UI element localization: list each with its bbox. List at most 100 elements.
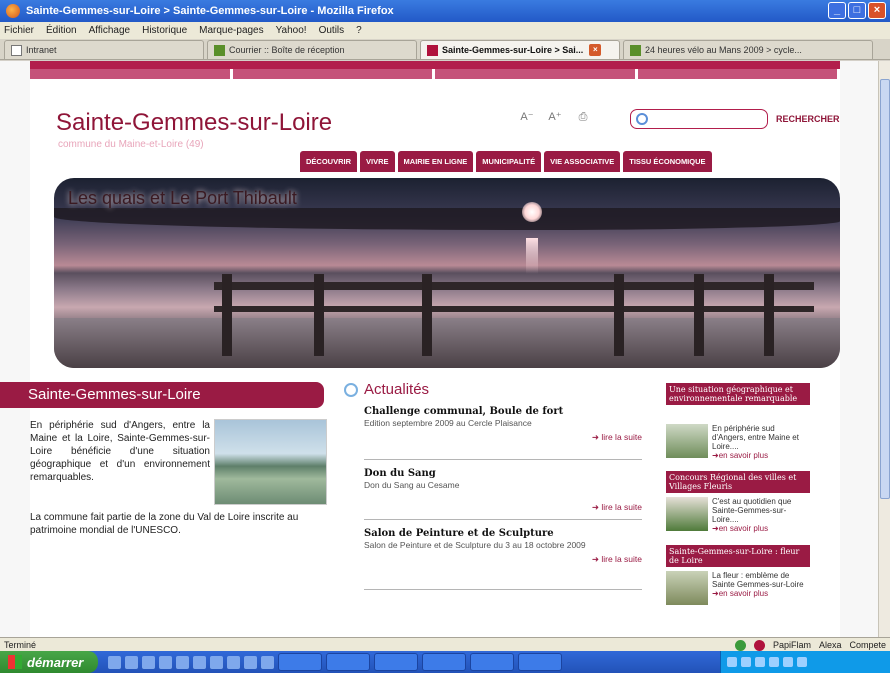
- hero-fence-post: [694, 274, 704, 356]
- site-title[interactable]: Sainte-Gemmes-sur-Loire: [56, 109, 332, 137]
- quick-launch: [108, 655, 274, 669]
- quicklaunch-icon[interactable]: [159, 655, 172, 669]
- taskbar-button[interactable]: [470, 653, 514, 671]
- hero-fence-post: [222, 274, 232, 356]
- start-button[interactable]: démarrer: [0, 651, 98, 673]
- nav-mairie-en-ligne[interactable]: MAIRIE EN LIGNE: [397, 151, 474, 172]
- tray-icon[interactable]: [783, 657, 793, 667]
- search-button[interactable]: RECHERCHER: [776, 114, 840, 124]
- menu-edit[interactable]: Édition: [46, 25, 77, 36]
- news-item[interactable]: Salon de Peinture et de Sculpture Salon …: [364, 528, 642, 590]
- nav-decouvrir[interactable]: DÉCOUVRIR: [300, 151, 358, 172]
- read-more-link[interactable]: ➜ lire la suite: [364, 554, 642, 565]
- site-favicon-icon: [427, 44, 438, 56]
- news-item-desc: Don du Sang au Cesame: [364, 480, 460, 490]
- windows-logo-icon: [8, 655, 22, 669]
- tab-label: Sainte-Gemmes-sur-Loire > Sai...: [442, 45, 584, 55]
- quicklaunch-icon[interactable]: [244, 655, 257, 669]
- minimize-button[interactable]: _: [828, 2, 846, 19]
- read-more-link[interactable]: ➜ lire la suite: [364, 432, 642, 443]
- menu-help[interactable]: ?: [356, 25, 362, 36]
- quicklaunch-icon[interactable]: [210, 655, 223, 669]
- window-titlebar: Sainte-Gemmes-sur-Loire > Sainte-Gemmes-…: [0, 0, 890, 22]
- page-viewport: Sainte-Gemmes-sur-Loire commune du Maine…: [0, 61, 878, 637]
- close-window-button[interactable]: ×: [868, 2, 886, 19]
- quicklaunch-icon[interactable]: [261, 655, 274, 669]
- system-tray: [720, 651, 890, 673]
- hero-treeline: [54, 208, 840, 230]
- tab-mail[interactable]: Courrier :: Boîte de réception: [207, 40, 417, 59]
- taskbar-button[interactable]: [374, 653, 418, 671]
- search-input[interactable]: [630, 109, 768, 129]
- status-alexa[interactable]: Alexa: [819, 640, 842, 650]
- print-icon[interactable]: ⎙: [574, 109, 592, 125]
- quicklaunch-icon[interactable]: [176, 655, 189, 669]
- menu-bar: Fichier Édition Affichage Historique Mar…: [0, 22, 890, 39]
- sidebar-block-heading[interactable]: Concours Régional des villes et Villages…: [666, 471, 810, 493]
- status-papiflam[interactable]: PapiFlam: [773, 640, 811, 650]
- taskbar-button[interactable]: [278, 653, 322, 671]
- news-item-title[interactable]: Salon de Peinture et de Sculpture: [364, 528, 642, 539]
- tab-label: Intranet: [26, 45, 57, 55]
- news-item-desc: Edition septembre 2009 au Cercle Plaisan…: [364, 418, 532, 428]
- close-tab-icon[interactable]: ×: [589, 44, 602, 56]
- intro-paragraph: En périphérie sud d'Angers, entre la Mai…: [30, 420, 210, 483]
- quicklaunch-icon[interactable]: [125, 655, 138, 669]
- tray-icon[interactable]: [741, 657, 751, 667]
- scrollbar-thumb[interactable]: [880, 79, 890, 499]
- menu-view[interactable]: Affichage: [89, 25, 131, 36]
- top-stripe: [30, 61, 840, 69]
- sidebar-block-text: En périphérie sud d'Angers, entre Maine …: [712, 424, 808, 460]
- news-item[interactable]: Challenge communal, Boule de fort Editio…: [364, 406, 642, 460]
- nav-tissu-economique[interactable]: TISSU ÉCONOMIQUE: [623, 151, 712, 172]
- learn-more-link[interactable]: ➜en savoir plus: [712, 589, 768, 598]
- tab-intranet[interactable]: Intranet: [4, 40, 204, 59]
- nav-municipalite[interactable]: MUNICIPALITÉ: [476, 151, 542, 172]
- vertical-scrollbar[interactable]: [878, 61, 890, 637]
- accessibility-tools: A⁻ A⁺ ⎙: [518, 109, 592, 125]
- menu-tools[interactable]: Outils: [319, 25, 345, 36]
- news-item-title[interactable]: Don du Sang: [364, 468, 642, 479]
- status-compete[interactable]: Compete: [849, 640, 886, 650]
- tab-sainte-gemmes[interactable]: Sainte-Gemmes-sur-Loire > Sai... ×: [420, 40, 620, 59]
- quicklaunch-icon[interactable]: [193, 655, 206, 669]
- top-stripe-segments: [30, 69, 840, 79]
- taskbar-button[interactable]: [422, 653, 466, 671]
- menu-history[interactable]: Historique: [142, 25, 187, 36]
- tab-24h-velo[interactable]: 24 heures vélo au Mans 2009 > cycle...: [623, 40, 873, 59]
- tab-label: Courrier :: Boîte de réception: [229, 45, 345, 55]
- read-more-link[interactable]: ➜ lire la suite: [364, 502, 642, 513]
- quicklaunch-icon[interactable]: [108, 655, 121, 669]
- maximize-button[interactable]: □: [848, 2, 866, 19]
- news-item[interactable]: Don du Sang Don du Sang au Cesame ➜ lire…: [364, 468, 642, 520]
- nav-vivre[interactable]: VIVRE: [360, 151, 395, 172]
- sidebar-thumb: [666, 571, 708, 605]
- learn-more-link[interactable]: ➜en savoir plus: [712, 524, 768, 533]
- news-item-title[interactable]: Challenge communal, Boule de fort: [364, 406, 642, 417]
- quicklaunch-icon[interactable]: [142, 655, 155, 669]
- tray-icon[interactable]: [755, 657, 765, 667]
- menu-bookmarks[interactable]: Marque-pages: [199, 25, 263, 36]
- text-size-increase-icon[interactable]: A⁺: [546, 109, 564, 125]
- learn-more-link[interactable]: ➜en savoir plus: [712, 451, 768, 460]
- menu-file[interactable]: Fichier: [4, 25, 34, 36]
- sidebar-block-heading[interactable]: Sainte-Gemmes-sur-Loire : fleur de Loire: [666, 545, 810, 567]
- taskbar: démarrer: [0, 651, 890, 673]
- tray-icon[interactable]: [727, 657, 737, 667]
- addon-icon[interactable]: [753, 639, 765, 651]
- sidebar-text: En périphérie sud d'Angers, entre Maine …: [712, 424, 799, 451]
- page-icon: [630, 44, 641, 56]
- taskbar-button[interactable]: [518, 653, 562, 671]
- tray-icon[interactable]: [769, 657, 779, 667]
- news-heading: Actualités: [364, 381, 430, 398]
- text-size-decrease-icon[interactable]: A⁻: [518, 109, 536, 125]
- taskbar-button[interactable]: [326, 653, 370, 671]
- sidebar-block-heading[interactable]: Une situation géographique et environnem…: [666, 383, 810, 405]
- tray-icon[interactable]: [797, 657, 807, 667]
- search-icon: [636, 113, 648, 125]
- menu-yahoo[interactable]: Yahoo!: [276, 25, 307, 36]
- nav-vie-associative[interactable]: VIE ASSOCIATIVE: [544, 151, 621, 172]
- status-ok-icon[interactable]: [734, 639, 746, 651]
- sidebar-block-text: La fleur : emblème de Sainte Gemmes-sur-…: [712, 571, 808, 598]
- quicklaunch-icon[interactable]: [227, 655, 240, 669]
